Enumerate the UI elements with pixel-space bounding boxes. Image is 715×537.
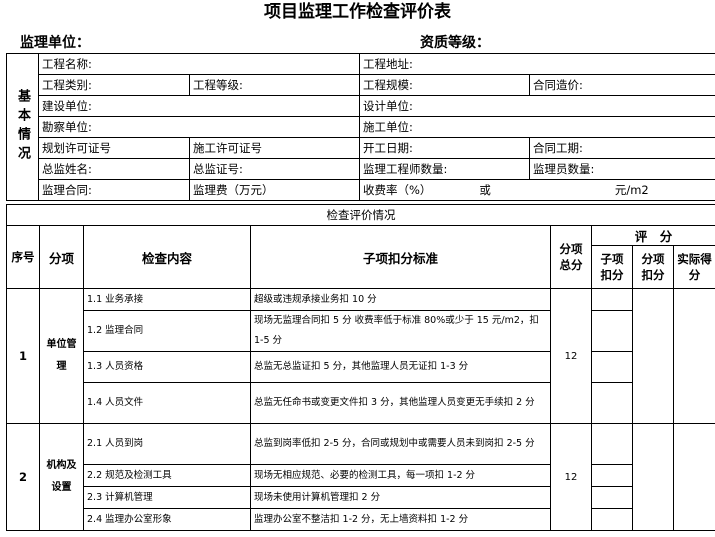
group-total: 12 <box>550 288 592 424</box>
sub-deduct-cell[interactable] <box>591 382 633 424</box>
item-standard: 超级或违规承接业务扣 10 分 <box>250 288 551 311</box>
actual-score-cell[interactable] <box>673 423 715 531</box>
construction-permit-field: 施工许可证号 <box>189 137 360 159</box>
standard-header: 子项扣分标准 <box>250 225 551 289</box>
total-header: 分项总分 <box>550 225 592 289</box>
item-standard: 现场无监理合同扣 5 分 收费率低于标准 80%或少于 15 元/m2，扣 1-… <box>250 310 551 352</box>
item-content: 1.1 业务承接 <box>83 288 251 311</box>
actual-score-header: 实际得分 <box>673 245 715 289</box>
chief-cert-field: 总监证号: <box>189 158 360 180</box>
table-row: 1.4 人员文件 总监无任命书或变更文件扣 3 分，其他监理人员变更无手续扣 2… <box>7 382 715 424</box>
content-header: 检查内容 <box>83 225 251 289</box>
basic-info-side-label: 基本情况 <box>6 53 39 201</box>
start-date-field: 开工日期: <box>359 137 530 159</box>
group-seq: 2 <box>6 423 40 531</box>
group-total: 12 <box>550 423 592 531</box>
group-category: 单位管理 <box>39 288 84 424</box>
item-content: 2.2 规范及检测工具 <box>83 464 251 487</box>
sub-deduct-cell[interactable] <box>591 486 633 509</box>
category-header: 分项 <box>39 225 84 289</box>
sub-deduct-cell[interactable] <box>591 351 633 383</box>
project-category-field: 工程类别: <box>38 74 190 96</box>
project-level-field: 工程等级: <box>189 74 360 96</box>
evaluation-section-title: 检查评价情况 <box>6 204 715 226</box>
supervision-unit-label: 监理单位： <box>20 35 90 51</box>
sub-deduct-cell[interactable] <box>591 464 633 487</box>
contract-price-field: 合同造价: <box>529 74 715 96</box>
project-name-field: 工程名称: <box>38 53 360 75</box>
engineer-count-field: 监理工程师数量: <box>359 158 530 180</box>
table-row: 2.2 规范及检测工具 现场无相应规范、必要的检测工具，每一项扣 1-2 分 <box>7 464 715 487</box>
item-content: 2.1 人员到岗 <box>83 423 251 465</box>
construction-unit-field: 施工单位: <box>359 116 715 138</box>
group-category: 机构及设置 <box>39 423 84 531</box>
item-content: 1.3 人员资格 <box>83 351 251 383</box>
seq-header: 序号 <box>6 225 40 289</box>
supervision-contract-field: 监理合同: <box>38 179 190 201</box>
evaluation-table: 检查评价情况 序号 分项 检查内容 子项扣分标准 分项总分 评 分 子项扣分 分… <box>6 204 715 531</box>
sub-deduct-cell[interactable] <box>591 310 633 352</box>
item-content: 1.2 监理合同 <box>83 310 251 352</box>
item-standard: 总监无任命书或变更文件扣 3 分，其他监理人员变更无手续扣 2 分 <box>250 382 551 424</box>
sub-deduct-cell[interactable] <box>591 423 633 465</box>
actual-score-cell[interactable] <box>673 288 715 424</box>
item-standard: 总监到岗率低扣 2-5 分，合同或规划中或需要人员未到岗扣 2-5 分 <box>250 423 551 465</box>
owner-unit-field: 建设单位: <box>38 95 360 117</box>
survey-unit-field: 勘察单位: <box>38 116 360 138</box>
fee-rate-or: 或 <box>479 183 491 197</box>
item-standard: 监理办公室不整洁扣 1-2 分，无上墙资料扣 1-2 分 <box>250 508 551 531</box>
item-content: 1.4 人员文件 <box>83 382 251 424</box>
chief-name-field: 总监姓名: <box>38 158 190 180</box>
design-unit-field: 设计单位: <box>359 95 715 117</box>
item-content: 2.3 计算机管理 <box>83 486 251 509</box>
contract-period-field: 合同工期: <box>529 137 715 159</box>
planning-permit-field: 规划许可证号 <box>38 137 190 159</box>
table-row: 1.2 监理合同 现场无监理合同扣 5 分 收费率低于标准 80%或少于 15 … <box>7 310 715 352</box>
group-seq: 1 <box>6 288 40 424</box>
category-deduct-cell[interactable] <box>632 423 674 531</box>
basic-info-table: 基本情况 工程名称: 工程地址: 工程类别: 工程等级: 工程规模: 合同造价:… <box>6 53 715 201</box>
staff-count-field: 监理员数量: <box>529 158 715 180</box>
sub-deduct-cell[interactable] <box>591 288 633 311</box>
category-deduct-header: 分项扣分 <box>632 245 674 289</box>
item-content: 2.4 监理办公室形象 <box>83 508 251 531</box>
project-address-field: 工程地址: <box>359 53 715 75</box>
supervision-fee-field: 监理费（万元） <box>189 179 360 201</box>
sub-deduct-header: 子项扣分 <box>591 245 633 289</box>
category-deduct-cell[interactable] <box>632 288 674 424</box>
table-row: 2 机构及设置 2.1 人员到岗 总监到岗率低扣 2-5 分，合同或规划中或需要… <box>6 423 715 531</box>
item-standard: 总监无总监证扣 5 分，其他监理人员无证扣 1-3 分 <box>250 351 551 383</box>
page-title: 项目监理工作检查评价表 <box>264 2 451 22</box>
score-header: 评 分 <box>591 225 715 246</box>
table-row: 2.4 监理办公室形象 监理办公室不整洁扣 1-2 分，无上墙资料扣 1-2 分 <box>7 508 715 531</box>
item-standard: 现场未使用计算机管理扣 2 分 <box>250 486 551 509</box>
fee-rate-field: 收费率（%） 或 元/m2 <box>359 179 715 201</box>
sub-deduct-cell[interactable] <box>591 508 633 531</box>
qualification-grade-label: 资质等级： <box>420 35 490 51</box>
fee-rate-unit: 元/m2 <box>614 183 649 197</box>
table-row: 1.3 人员资格 总监无总监证扣 5 分，其他监理人员无证扣 1-3 分 <box>7 351 715 383</box>
table-row: 2.3 计算机管理 现场未使用计算机管理扣 2 分 <box>7 486 715 509</box>
table-row: 1 单位管理 1.1 业务承接 超级或违规承接业务扣 10 分 12 <box>6 288 715 424</box>
fee-rate-label: 收费率（%） <box>363 183 432 197</box>
project-scale-field: 工程规模: <box>359 74 530 96</box>
item-standard: 现场无相应规范、必要的检测工具，每一项扣 1-2 分 <box>250 464 551 487</box>
